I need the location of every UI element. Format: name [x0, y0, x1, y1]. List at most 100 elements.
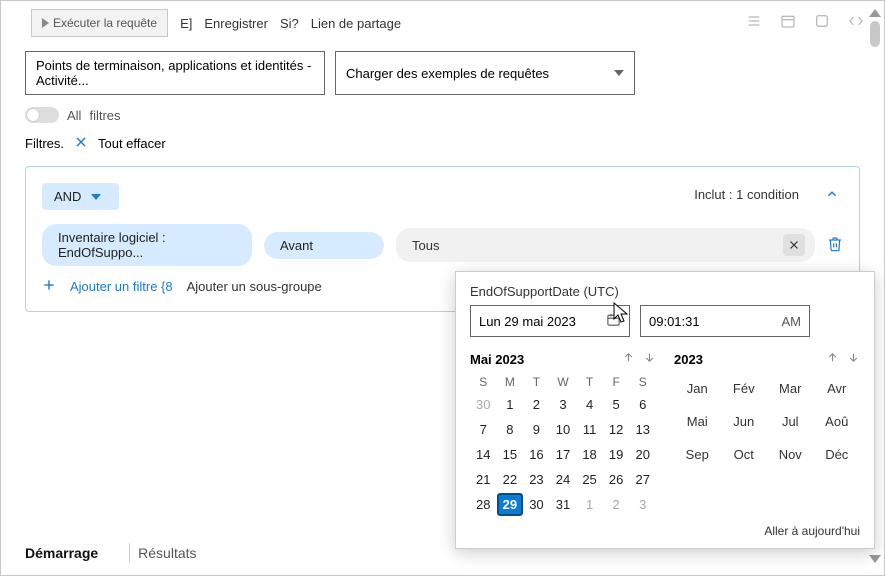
collapse-button[interactable]	[825, 187, 839, 204]
month-cell[interactable]: Mar	[767, 381, 814, 396]
examples-value: Charger des exemples de requêtes	[346, 66, 549, 81]
calendar-day[interactable]: 13	[629, 418, 656, 441]
date-input[interactable]: Lun 29 mai 2023	[470, 305, 630, 337]
plus-icon	[42, 278, 56, 295]
next-month-button[interactable]	[643, 351, 656, 367]
dow-label: F	[603, 375, 630, 389]
examples-dropdown[interactable]: Charger des exemples de requêtes	[335, 51, 635, 95]
toggle-filters-label: filtres	[89, 108, 120, 123]
time-input[interactable]: 09:01:31 AM	[640, 305, 810, 337]
chevron-down-icon	[614, 70, 624, 76]
go-today-button[interactable]: Aller à aujourd'hui	[470, 524, 860, 538]
calendar-day[interactable]: 22	[497, 468, 524, 491]
calendar-day[interactable]: 31	[550, 493, 577, 516]
month-cell[interactable]: Avr	[814, 381, 861, 396]
month-cell[interactable]: Aoû	[814, 414, 861, 429]
tab-start[interactable]: Démarrage	[25, 545, 98, 565]
month-cell[interactable]: Nov	[767, 447, 814, 462]
month-cell[interactable]: Sep	[674, 447, 721, 462]
calendar-day[interactable]: 1	[497, 393, 524, 416]
delete-filter-button[interactable]	[827, 236, 843, 255]
prev-year-button[interactable]	[826, 351, 839, 367]
add-filter-button[interactable]: Ajouter un filtre {8	[70, 279, 173, 294]
month-cell[interactable]: Déc	[814, 447, 861, 462]
all-filters-toggle[interactable]	[25, 107, 59, 123]
next-year-button[interactable]	[847, 351, 860, 367]
si-button[interactable]: Si?	[280, 16, 299, 31]
year-calendar: 2023 JanFévMarAvr MaiJunJulAoû SepOctNovDé…	[674, 351, 860, 516]
run-query-button[interactable]: Exécuter la requête	[31, 9, 168, 37]
calendar-day[interactable]: 4	[576, 393, 603, 416]
calendar-day[interactable]: 24	[550, 468, 577, 491]
tab-results[interactable]: Résultats	[138, 545, 196, 565]
and-label: AND	[54, 189, 81, 204]
dow-label: T	[523, 375, 550, 389]
calendar-day[interactable]: 30	[470, 393, 497, 416]
date-value: Lun 29 mai 2023	[479, 314, 576, 329]
calendar-day[interactable]: 14	[470, 443, 497, 466]
and-operator-pill[interactable]: AND	[42, 183, 119, 210]
settings-icon[interactable]	[814, 13, 830, 34]
calendar-day[interactable]: 5	[603, 393, 630, 416]
month-cell[interactable]: Fév	[721, 381, 768, 396]
prev-month-button[interactable]	[622, 351, 635, 367]
year-title[interactable]: 2023	[674, 352, 703, 367]
calendar-icon[interactable]	[780, 13, 796, 34]
calendar-day[interactable]: 7	[470, 418, 497, 441]
scroll-down-icon[interactable]	[869, 555, 881, 563]
clear-all-button[interactable]: Tout effacer	[98, 136, 166, 151]
add-subgroup-button[interactable]: Ajouter un sous-groupe	[187, 279, 322, 294]
time-value: 09:01:31	[649, 314, 700, 329]
calendar-day[interactable]: 25	[576, 468, 603, 491]
calendar-day[interactable]: 2	[523, 393, 550, 416]
includes-label: Inclut : 1 condition	[694, 187, 799, 202]
calendar-day[interactable]: 9	[523, 418, 550, 441]
month-cell[interactable]: Jul	[767, 414, 814, 429]
calendar-day[interactable]: 3	[550, 393, 577, 416]
month-cell[interactable]: Jan	[674, 381, 721, 396]
calendar-day[interactable]: 11	[576, 418, 603, 441]
list-icon[interactable]	[746, 13, 762, 34]
calendar-day[interactable]: 29	[497, 493, 524, 516]
play-icon	[42, 18, 49, 28]
datetime-popover: EndOfSupportDate (UTC) Lun 29 mai 2023 0…	[455, 271, 875, 549]
scroll-thumb[interactable]	[870, 21, 880, 47]
month-cell[interactable]: Jun	[721, 414, 768, 429]
field-pill[interactable]: Inventaire logiciel : EndOfSuppo...	[42, 224, 252, 266]
share-link-button[interactable]: Lien de partage	[311, 16, 401, 31]
value-pill[interactable]: Tous	[396, 228, 815, 262]
calendar-day[interactable]: 19	[603, 443, 630, 466]
month-cell[interactable]: Mai	[674, 414, 721, 429]
calendar-day[interactable]: 10	[550, 418, 577, 441]
month-title[interactable]: Mai 2023	[470, 352, 524, 367]
popover-field-label: EndOfSupportDate (UTC)	[470, 284, 860, 299]
save-button[interactable]: Enregistrer	[204, 16, 268, 31]
month-cell[interactable]: Oct	[721, 447, 768, 462]
calendar-day[interactable]: 6	[629, 393, 656, 416]
calendar-day[interactable]: 15	[497, 443, 524, 466]
calendar-day[interactable]: 26	[603, 468, 630, 491]
calendar-day[interactable]: 17	[550, 443, 577, 466]
calendar-day[interactable]: 2	[603, 493, 630, 516]
tab-separator	[129, 543, 130, 563]
code-icon[interactable]	[848, 13, 864, 34]
calendar-day[interactable]: 23	[523, 468, 550, 491]
calendar-day[interactable]: 16	[523, 443, 550, 466]
calendar-day[interactable]: 12	[603, 418, 630, 441]
calendar-day[interactable]: 20	[629, 443, 656, 466]
calendar-picker-icon[interactable]	[606, 312, 621, 330]
calendar-day[interactable]: 8	[497, 418, 524, 441]
scope-dropdown[interactable]: Points de terminaison, applications et i…	[25, 51, 325, 95]
scroll-up-icon[interactable]	[869, 9, 881, 17]
calendar-day[interactable]: 27	[629, 468, 656, 491]
calendar-day[interactable]: 30	[523, 493, 550, 516]
clear-value-button[interactable]	[783, 234, 805, 256]
calendar-day[interactable]: 21	[470, 468, 497, 491]
run-label: Exécuter la requête	[53, 16, 157, 30]
calendar-day[interactable]: 28	[470, 493, 497, 516]
calendar-day[interactable]: 18	[576, 443, 603, 466]
clear-icon[interactable]	[74, 135, 88, 152]
operator-pill[interactable]: Avant	[264, 232, 384, 259]
calendar-day[interactable]: 1	[576, 493, 603, 516]
calendar-day[interactable]: 3	[629, 493, 656, 516]
